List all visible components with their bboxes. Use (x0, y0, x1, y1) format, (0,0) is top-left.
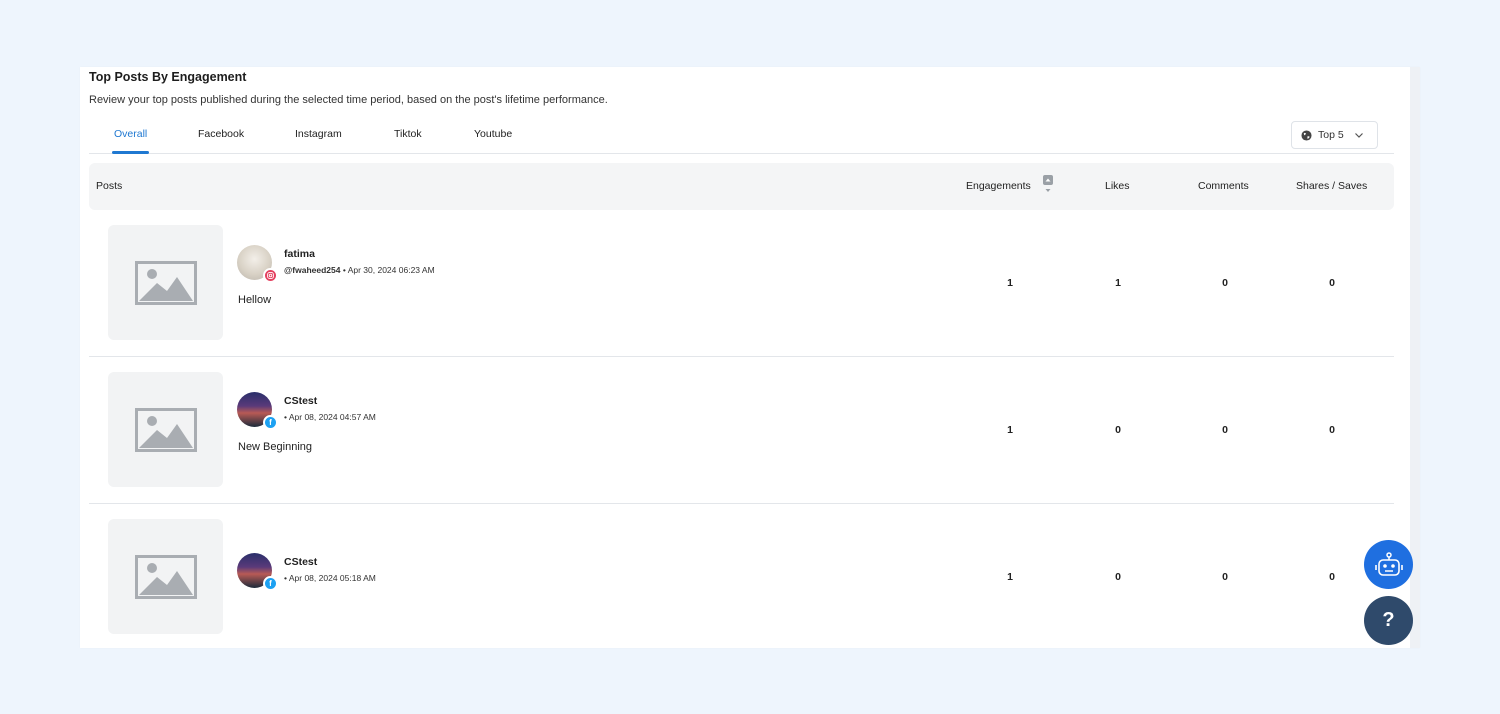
post-username: CStest (284, 395, 318, 407)
post-username: fatima (284, 248, 315, 260)
post-meta: • Apr 08, 2024 04:57 AM (284, 412, 376, 422)
post-thumbnail[interactable] (108, 519, 223, 634)
sort-icon[interactable] (1043, 175, 1053, 197)
post-handle: @fwaheed254 (284, 265, 341, 275)
col-comments: Comments (1198, 180, 1249, 192)
tab-youtube[interactable]: Youtube (474, 128, 512, 154)
col-likes: Likes (1105, 180, 1130, 192)
image-placeholder-icon (134, 554, 197, 599)
image-placeholder-icon (134, 260, 197, 305)
facebook-icon: f (263, 576, 278, 591)
likes-value: 1 (1115, 277, 1121, 289)
post-meta: @fwaheed254 • Apr 30, 2024 06:23 AM (284, 265, 435, 275)
instagram-icon (263, 268, 278, 283)
card-subtitle: Review your top posts published during t… (89, 94, 608, 106)
image-placeholder-icon (134, 407, 197, 452)
robot-icon (1374, 551, 1403, 576)
shares-value: 0 (1329, 571, 1335, 583)
likes-value: 0 (1115, 571, 1121, 583)
post-username: CStest (284, 556, 318, 568)
table-row[interactable]: f CStest • Apr 08, 2024 05:18 AM 1 0 0 0 (89, 504, 1394, 651)
col-posts: Posts (96, 180, 123, 192)
globe-icon (1301, 129, 1312, 141)
chatbot-button[interactable] (1364, 540, 1413, 589)
comments-value: 0 (1222, 571, 1228, 583)
top-posts-card: Top Posts By Engagement Review your top … (80, 67, 1420, 648)
platform-tabs: Overall Facebook Instagram Tiktok Youtub… (89, 121, 1394, 154)
tab-instagram[interactable]: Instagram (295, 128, 342, 154)
post-meta: • Apr 08, 2024 05:18 AM (284, 573, 376, 583)
post-date: • Apr 08, 2024 04:57 AM (284, 412, 376, 422)
likes-value: 0 (1115, 424, 1121, 436)
col-engagements: Engagements (966, 180, 1031, 192)
post-caption: Hellow (238, 294, 272, 306)
shares-value: 0 (1329, 424, 1335, 436)
post-thumbnail[interactable] (108, 225, 223, 340)
post-thumbnail[interactable] (108, 372, 223, 487)
help-button[interactable]: ? (1364, 596, 1413, 645)
comments-value: 0 (1222, 277, 1228, 289)
post-date: • Apr 30, 2024 06:23 AM (340, 265, 435, 275)
top-count-dropdown[interactable]: Top 5 (1291, 121, 1378, 149)
table-header: Posts Engagements Likes Comments Shares … (89, 163, 1394, 210)
tab-facebook[interactable]: Facebook (198, 128, 244, 154)
tab-tiktok[interactable]: Tiktok (394, 128, 422, 154)
shares-value: 0 (1329, 277, 1335, 289)
active-tab-indicator (112, 151, 149, 154)
engagements-value: 1 (1007, 571, 1013, 583)
comments-value: 0 (1222, 424, 1228, 436)
engagements-value: 1 (1007, 424, 1013, 436)
top-count-value: Top 5 (1318, 129, 1344, 141)
col-shares-saves: Shares / Saves (1296, 180, 1368, 192)
facebook-icon: f (263, 415, 278, 430)
table-row[interactable]: f CStest • Apr 08, 2024 04:57 AM New Beg… (89, 357, 1394, 504)
post-caption: New Beginning (238, 441, 312, 453)
post-date: • Apr 08, 2024 05:18 AM (284, 573, 376, 583)
engagements-value: 1 (1007, 277, 1013, 289)
help-icon: ? (1382, 609, 1395, 631)
chevron-down-icon (1354, 133, 1363, 138)
card-title: Top Posts By Engagement (89, 70, 247, 84)
table-row[interactable]: fatima @fwaheed254 • Apr 30, 2024 06:23 … (89, 210, 1394, 357)
